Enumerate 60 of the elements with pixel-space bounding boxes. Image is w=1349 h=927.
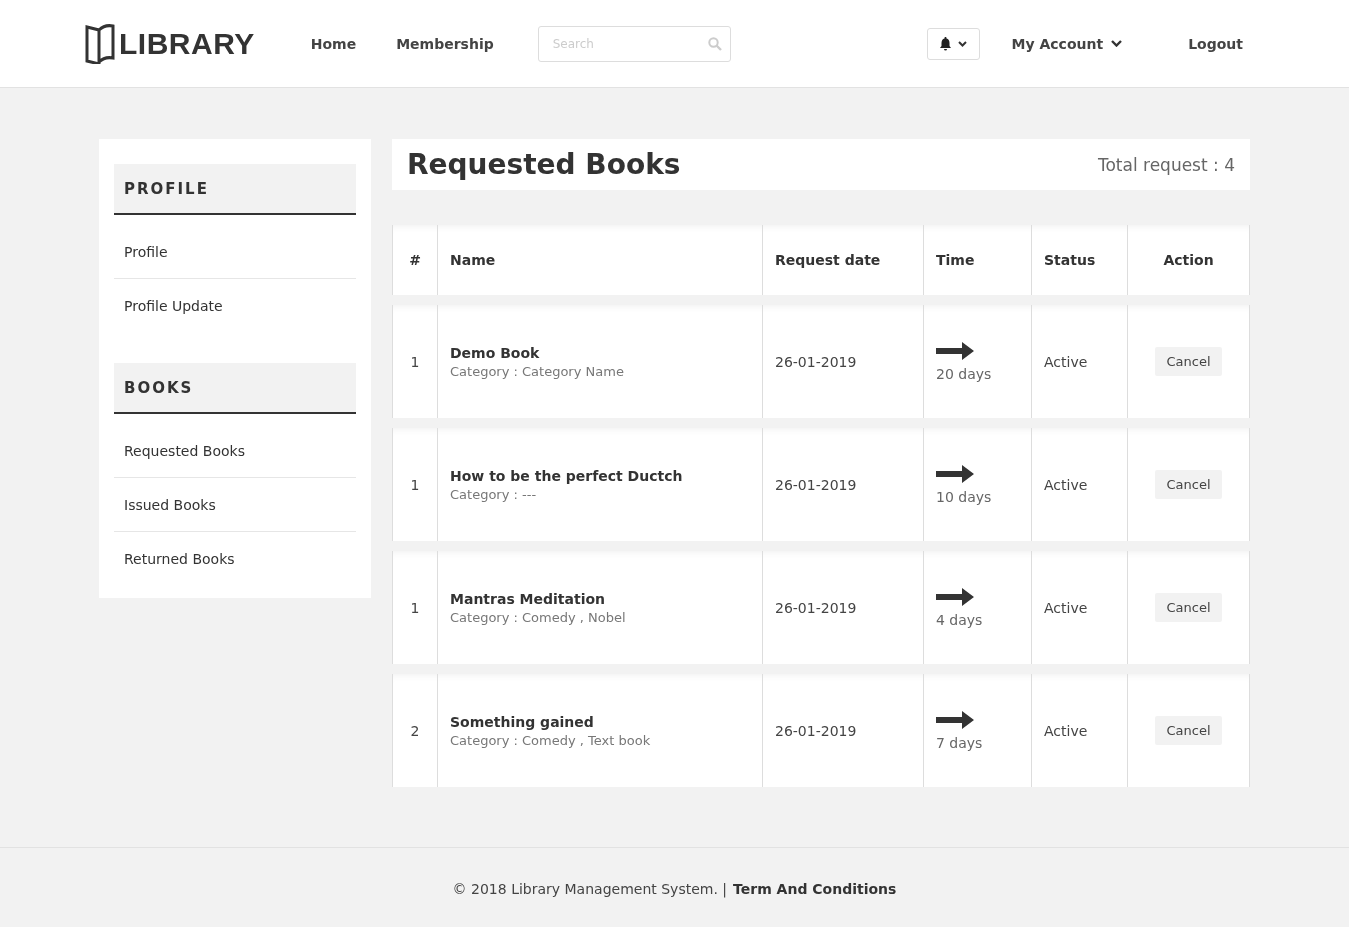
cancel-button[interactable]: Cancel <box>1155 470 1222 499</box>
column-header: Status <box>1044 252 1097 268</box>
cancel-button[interactable]: Cancel <box>1155 347 1222 376</box>
row-index: 1 <box>410 599 420 616</box>
chevron-down-icon <box>1111 40 1123 47</box>
notification-button[interactable] <box>926 27 980 60</box>
request-date: 26-01-2019 <box>775 599 858 616</box>
nav-link[interactable]: Membership <box>396 35 494 52</box>
time-days: 10 days <box>936 488 1019 505</box>
search-icon <box>707 36 722 51</box>
time-days: 7 days <box>936 734 1019 751</box>
brand-name: LIBRARY <box>119 26 255 61</box>
terms-link[interactable]: Term And Conditions <box>733 880 897 897</box>
row-index: 1 <box>410 353 420 370</box>
row-index: 1 <box>410 476 420 493</box>
status-text: Active <box>1044 599 1089 616</box>
time-days: 20 days <box>936 365 1019 382</box>
book-name: Mantras Meditation <box>450 590 607 607</box>
sidebar-item[interactable]: Returned Books <box>114 532 356 586</box>
book-name: Something gained <box>450 713 595 730</box>
right-arrow-icon <box>936 464 974 483</box>
copyright-text: © 2018 Library Management System. | <box>452 880 728 897</box>
bell-icon <box>939 36 953 51</box>
logout-link[interactable]: Logout <box>1188 35 1243 52</box>
total-request: Total request : 4 <box>1097 154 1235 175</box>
request-date: 26-01-2019 <box>775 722 858 739</box>
time-days: 4 days <box>936 611 1019 628</box>
column-header: Time <box>936 252 976 268</box>
column-header: Action <box>1163 252 1214 268</box>
sidebar-item[interactable]: Issued Books <box>114 478 356 532</box>
request-date: 26-01-2019 <box>775 353 858 370</box>
book-category: Category : Category Name <box>450 363 625 379</box>
book-name: Demo Book <box>450 344 541 361</box>
sidebar-heading: PROFILE <box>114 164 356 215</box>
sidebar-item[interactable]: Profile Update <box>114 279 356 333</box>
book-category: Category : --- <box>450 486 538 502</box>
right-arrow-icon <box>936 710 974 729</box>
cancel-button[interactable]: Cancel <box>1155 716 1222 745</box>
column-header: # <box>409 252 421 268</box>
right-arrow-icon <box>936 341 974 360</box>
sidebar-item[interactable]: Requested Books <box>114 424 356 478</box>
status-text: Active <box>1044 722 1089 739</box>
column-header: Name <box>450 252 497 268</box>
sidebar-item[interactable]: Profile <box>114 225 356 279</box>
sidebar-heading: BOOKS <box>114 363 356 414</box>
book-name: How to be the perfect Ductch <box>450 467 684 484</box>
status-text: Active <box>1044 476 1089 493</box>
request-date: 26-01-2019 <box>775 476 858 493</box>
status-text: Active <box>1044 353 1089 370</box>
book-category: Category : Comedy , Nobel <box>450 609 627 625</box>
nav-link[interactable]: Home <box>310 35 357 52</box>
book-logo-icon <box>85 23 115 64</box>
column-header: Request date <box>775 252 882 268</box>
book-category: Category : Comedy , Text book <box>450 732 652 748</box>
account-menu[interactable]: My Account <box>1011 35 1123 52</box>
row-index: 2 <box>410 722 420 739</box>
chevron-down-icon <box>958 40 968 47</box>
cancel-button[interactable]: Cancel <box>1155 593 1222 622</box>
page-title: Requested Books <box>407 148 681 181</box>
right-arrow-icon <box>936 587 974 606</box>
